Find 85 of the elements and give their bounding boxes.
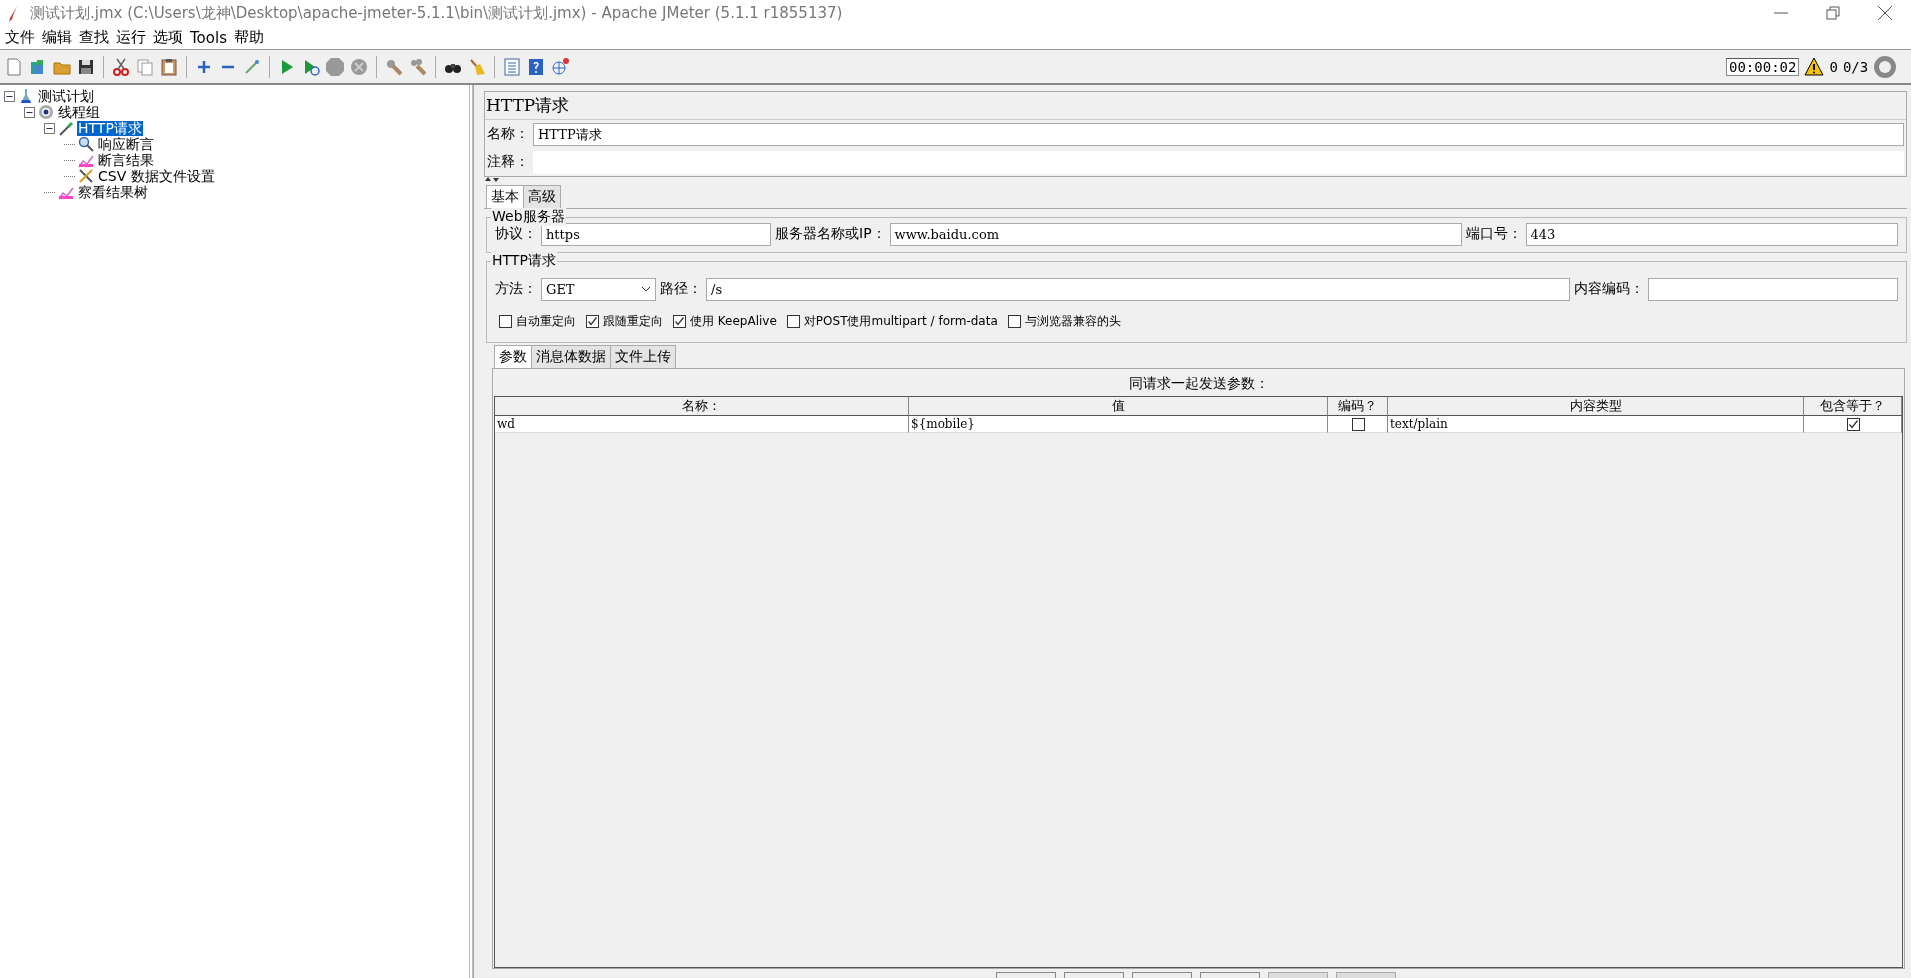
- field-label: 端口号：: [1465, 225, 1522, 243]
- stop-icon[interactable]: [325, 56, 345, 77]
- field-label: 名称：: [487, 125, 529, 143]
- field-label: 协议：: [495, 225, 537, 243]
- paste-icon[interactable]: [159, 56, 179, 77]
- tab[interactable]: 基本: [486, 185, 524, 208]
- tree-item[interactable]: CSV 数据文件设置: [97, 168, 216, 184]
- menu-item[interactable]: 帮助: [231, 28, 269, 47]
- column-header: 内容类型: [1388, 397, 1804, 416]
- tree-item[interactable]: 察看结果树: [77, 184, 149, 200]
- warning-icon[interactable]: [1804, 56, 1825, 77]
- tab[interactable]: 文件上传: [610, 345, 676, 368]
- menu-item[interactable]: 编辑: [40, 28, 77, 47]
- thread-status-icon: [1873, 54, 1898, 79]
- caret-icon: [641, 285, 651, 293]
- feather-icon: [6, 4, 20, 22]
- collapse-icon[interactable]: [4, 90, 15, 102]
- table-cell: text/plain: [1388, 416, 1804, 433]
- cut-icon[interactable]: [111, 56, 131, 77]
- collapse-icon[interactable]: [24, 106, 35, 118]
- list-icon[interactable]: [502, 56, 522, 77]
- tab[interactable]: 高级: [523, 185, 561, 208]
- help-icon[interactable]: [526, 56, 546, 77]
- checkbox[interactable]: [1847, 417, 1860, 431]
- checkbox[interactable]: [1007, 315, 1021, 328]
- warning-count: 0: [1829, 58, 1838, 75]
- table-cell: wd: [495, 416, 909, 433]
- thread-count: 0/3: [1842, 58, 1869, 75]
- server-field[interactable]: www.baidu.com: [889, 222, 1462, 246]
- tree-item[interactable]: 响应断言: [97, 136, 155, 152]
- tree-item[interactable]: 线程组: [57, 104, 101, 120]
- method-dropdown[interactable]: GET: [541, 277, 656, 301]
- checkbox[interactable]: [673, 315, 686, 328]
- tab[interactable]: 参数: [494, 345, 532, 368]
- table-caption: 同请求一起发送参数：: [1127, 374, 1270, 393]
- group-title: HTTP请求: [491, 252, 557, 270]
- magnifier-icon: [78, 136, 94, 152]
- table-cell: ${mobile}: [909, 416, 1328, 433]
- field-label: 内容编码：: [1574, 280, 1644, 298]
- tree-item[interactable]: 测试计划: [37, 88, 95, 104]
- pipette-icon: [58, 120, 74, 136]
- menu-item[interactable]: 文件: [3, 28, 40, 47]
- field-label: 路径：: [660, 280, 702, 298]
- port-field[interactable]: 443: [1525, 222, 1898, 246]
- tree-item[interactable]: HTTP请求: [77, 120, 143, 136]
- group-title: Web服务器: [491, 208, 566, 226]
- menu-item[interactable]: 查找: [77, 28, 114, 47]
- protocol-field[interactable]: https: [541, 222, 771, 246]
- field-label: 方法：: [495, 280, 537, 298]
- restore-icon[interactable]: [1823, 3, 1843, 23]
- shutdown-icon[interactable]: [349, 56, 369, 77]
- checkbox[interactable]: [586, 315, 599, 328]
- panel-title: HTTP请求: [485, 92, 1906, 120]
- menu-item[interactable]: Tools: [188, 28, 232, 47]
- collapse-icon[interactable]: [44, 122, 55, 134]
- close-icon[interactable]: [1875, 3, 1895, 23]
- flask-icon: [18, 88, 34, 104]
- column-header: 名称：: [495, 397, 909, 416]
- tools-icon: [78, 168, 94, 184]
- name-field[interactable]: HTTP请求: [533, 122, 1904, 146]
- checkbox[interactable]: [499, 315, 512, 328]
- timer-field: 00:00:02: [1726, 57, 1800, 76]
- checkbox[interactable]: [786, 315, 800, 328]
- checkbox[interactable]: [1352, 417, 1365, 431]
- splitter-arrows-icon[interactable]: [484, 177, 500, 183]
- column-header: 包含等于？: [1804, 397, 1902, 416]
- checkbox-label[interactable]: 跟随重定向: [603, 313, 663, 330]
- menu-item[interactable]: 运行: [114, 28, 151, 47]
- new-file-icon[interactable]: [4, 56, 24, 77]
- column-header: 值: [909, 397, 1328, 416]
- field-label: 服务器名称或IP：: [775, 225, 886, 243]
- path-field[interactable]: /s: [706, 277, 1570, 301]
- menu-item[interactable]: 选项: [151, 28, 188, 47]
- gear-icon: [38, 104, 54, 120]
- checkbox-label[interactable]: 自动重定向: [516, 313, 576, 330]
- tab[interactable]: 消息体数据: [531, 345, 611, 368]
- window-title: 测试计划.jmx (C:\Users\龙神\Desktop\apache-jmeter-5.1.1\bin\测试计划.jmx) - Apache JMeter (5.1.1 r1855137): [30, 3, 844, 23]
- encoding-field[interactable]: [1648, 277, 1898, 301]
- network-icon[interactable]: [550, 56, 570, 77]
- checkbox-label[interactable]: 对POST使用multipart / form-data: [803, 313, 998, 330]
- column-header: 编码？: [1328, 397, 1388, 416]
- checkbox-label[interactable]: 与浏览器兼容的头: [1024, 313, 1121, 330]
- field-label: 注释：: [487, 153, 529, 171]
- checkbox-label[interactable]: 使用 KeepAlive: [690, 313, 777, 330]
- tree-item[interactable]: 断言结果: [97, 152, 155, 168]
